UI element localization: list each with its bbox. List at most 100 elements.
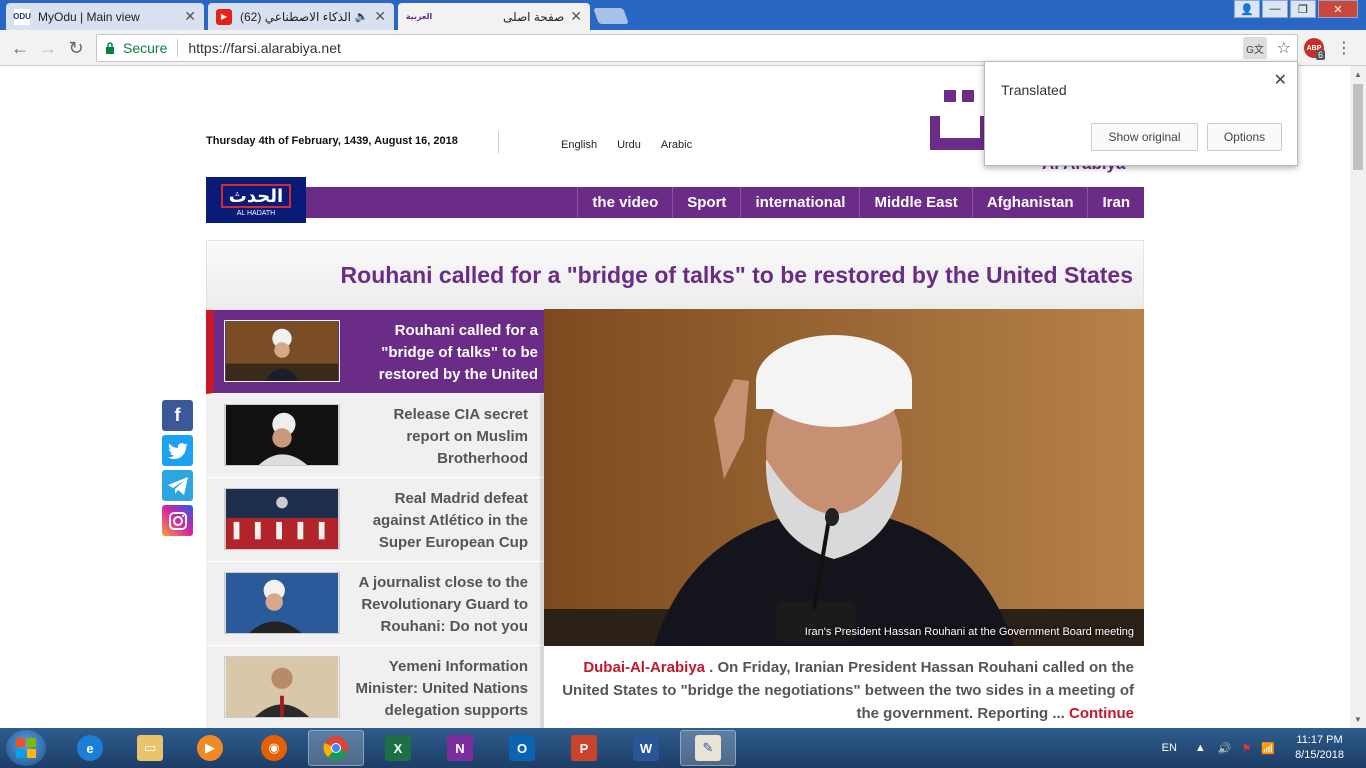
url-text[interactable]: https://farsi.alarabiya.net xyxy=(188,40,341,56)
internet-explorer-icon[interactable]: e xyxy=(62,730,118,766)
main-headline[interactable]: Rouhani called for a "bridge of talks" t… xyxy=(341,262,1133,289)
profile-icon[interactable]: 👤 xyxy=(1234,0,1260,18)
rouhani-photo xyxy=(544,309,1144,646)
story-item[interactable]: Real Madrid defeat against Atlético in t… xyxy=(206,478,544,562)
windows-logo-icon xyxy=(16,738,36,758)
facebook-icon[interactable]: f xyxy=(162,400,193,431)
twitter-icon[interactable] xyxy=(162,435,193,466)
nav-item-video[interactable]: the video xyxy=(577,187,672,218)
story-item[interactable]: Release CIA secret report on Muslim Brot… xyxy=(206,394,544,478)
audio-playing-icon[interactable]: 🔈 xyxy=(355,10,369,23)
firefox-icon[interactable]: ◉ xyxy=(246,730,302,766)
system-tray: EN ▲ 🔊 ⚑ 📶 11:17 PM 8/15/2018 xyxy=(1162,728,1366,768)
story-item[interactable]: Yemeni Information Minister: United Nati… xyxy=(206,646,544,728)
tab-title: (62) الحصاد-الذكاء الاصطناعي xyxy=(240,9,351,24)
continue-link[interactable]: Continue xyxy=(1069,705,1134,722)
youtube-icon: ▶ xyxy=(216,8,232,25)
page-scrollbar[interactable]: ▲ ▼ xyxy=(1350,66,1366,728)
scroll-up-icon[interactable]: ▲ xyxy=(1354,70,1362,79)
story-item[interactable]: A journalist close to the Revolutionary … xyxy=(206,562,544,646)
input-language[interactable]: EN xyxy=(1162,742,1177,754)
nav-item-afghanistan[interactable]: Afghanistan xyxy=(971,187,1088,218)
chrome-menu-icon[interactable]: ⋮ xyxy=(1336,38,1352,58)
tray-expand-icon[interactable]: ▲ xyxy=(1195,742,1206,754)
tab-close-icon[interactable]: ✕ xyxy=(184,8,196,25)
nav-item-international[interactable]: international xyxy=(740,187,859,218)
tab-close-icon[interactable]: ✕ xyxy=(374,8,386,25)
lang-urdu-link[interactable]: Urdu xyxy=(617,139,641,151)
translate-popup: Translated ✕ Show original Options xyxy=(984,61,1298,166)
hero-caption: Iran's President Hassan Rouhani at the G… xyxy=(804,626,1134,638)
scrollbar-thumb[interactable] xyxy=(1353,84,1363,170)
lang-arabic-link[interactable]: Arabic xyxy=(661,139,692,151)
options-button[interactable]: Options xyxy=(1207,123,1282,151)
story-title: A journalist close to the Revolutionary … xyxy=(358,574,528,635)
tab-youtube[interactable]: ▶ (62) الحصاد-الذكاء الاصطناعي 🔈 ✕ xyxy=(208,3,394,30)
translate-icon[interactable]: G文 xyxy=(1243,37,1267,59)
story-title: Release CIA secret report on Muslim Brot… xyxy=(393,406,528,467)
clock[interactable]: 11:17 PM 8/15/2018 xyxy=(1295,733,1344,763)
address-bar[interactable]: Secure https://farsi.alarabiya.net G文 ☆ xyxy=(96,34,1298,62)
translate-popup-title: Translated xyxy=(1001,82,1067,98)
back-arrow-icon[interactable]: ← xyxy=(10,38,30,58)
tab-strip: ODU MyOdu | Main view ✕ ▶ (62) الحصاد-ال… xyxy=(0,0,1366,30)
show-original-button[interactable]: Show original xyxy=(1091,123,1198,151)
social-share-bar: f xyxy=(162,400,193,536)
excel-icon[interactable]: X xyxy=(370,730,426,766)
paint-icon[interactable]: ✎ xyxy=(680,730,736,766)
minimize-icon[interactable]: — xyxy=(1262,0,1288,18)
tab-myodu[interactable]: ODU MyOdu | Main view ✕ xyxy=(6,3,204,30)
lock-icon xyxy=(105,42,115,54)
close-icon[interactable]: ✕ xyxy=(1274,70,1287,90)
word-icon[interactable]: W xyxy=(618,730,674,766)
powerpoint-icon[interactable]: P xyxy=(556,730,612,766)
tab-alarabiya[interactable]: العربية صفحة اصلی ✕ xyxy=(398,3,590,30)
windows-taskbar: e ▭ ▶ ◉ X N O P W ✎ EN ▲ 🔊 ⚑ 📶 11:17 PM … xyxy=(0,728,1366,768)
lang-english-link[interactable]: English xyxy=(561,139,597,151)
page-date: Thursday 4th of February, 1439, August 1… xyxy=(206,135,458,147)
maximize-icon[interactable]: ❐ xyxy=(1290,0,1316,18)
journalist-thumbnail xyxy=(224,572,340,634)
odu-favicon-icon: ODU xyxy=(13,8,31,25)
telegram-icon[interactable] xyxy=(162,470,193,501)
story-item[interactable]: Rouhani called for a "bridge of talks" t… xyxy=(206,310,557,394)
nav-item-sport[interactable]: Sport xyxy=(672,187,740,218)
tab-title: صفحة اصلی xyxy=(502,9,565,24)
story-list: Rouhani called for a "bridge of talks" t… xyxy=(206,310,557,728)
close-window-icon[interactable]: ✕ xyxy=(1318,0,1358,18)
secure-label: Secure xyxy=(123,40,168,56)
story-title: Real Madrid defeat against Atlético in t… xyxy=(372,490,528,551)
story-title: Yemeni Information Minister: United Nati… xyxy=(355,658,528,719)
summary-source[interactable]: Dubai-Al-Arabiya xyxy=(583,659,705,676)
volume-icon[interactable]: 🔊 xyxy=(1218,742,1232,755)
new-tab-button[interactable] xyxy=(593,8,629,24)
network-icon[interactable]: 📶 xyxy=(1261,742,1275,755)
forward-arrow-icon[interactable]: → xyxy=(38,38,58,58)
clock-time: 11:17 PM xyxy=(1296,734,1343,746)
nav-item-iran[interactable]: Iran xyxy=(1087,187,1144,218)
extension-badge: 6 xyxy=(1316,50,1326,60)
clock-date: 8/15/2018 xyxy=(1295,749,1344,761)
alarabiya-logo-mark-icon xyxy=(930,90,990,150)
outlook-icon[interactable]: O xyxy=(494,730,550,766)
start-button[interactable] xyxy=(6,730,46,766)
media-player-icon[interactable]: ▶ xyxy=(182,730,238,766)
hero-image[interactable]: Iran's President Hassan Rouhani at the G… xyxy=(544,309,1144,646)
file-explorer-icon[interactable]: ▭ xyxy=(122,730,178,766)
reload-icon[interactable]: ↻ xyxy=(66,38,86,58)
tab-close-icon[interactable]: ✕ xyxy=(570,8,582,25)
football-thumbnail xyxy=(224,488,340,550)
chrome-icon[interactable] xyxy=(308,730,364,766)
headline-banner: Rouhani called for a "bridge of talks" t… xyxy=(206,240,1144,310)
window-controls: 👤 — ❐ ✕ xyxy=(1234,0,1358,18)
action-center-icon[interactable]: ⚑ xyxy=(1241,742,1251,755)
bookmark-star-icon[interactable]: ☆ xyxy=(1277,38,1291,58)
nav-item-middle-east[interactable]: Middle East xyxy=(859,187,971,218)
onenote-icon[interactable]: N xyxy=(432,730,488,766)
scroll-down-icon[interactable]: ▼ xyxy=(1354,715,1362,724)
tab-title: MyOdu | Main view xyxy=(38,9,140,24)
alhadath-logo[interactable]: الحدث AL HADATH xyxy=(206,177,306,223)
rouhani-thumbnail xyxy=(224,320,340,382)
alarabiya-favicon-icon: العربية xyxy=(405,12,433,21)
instagram-icon[interactable] xyxy=(162,505,193,536)
